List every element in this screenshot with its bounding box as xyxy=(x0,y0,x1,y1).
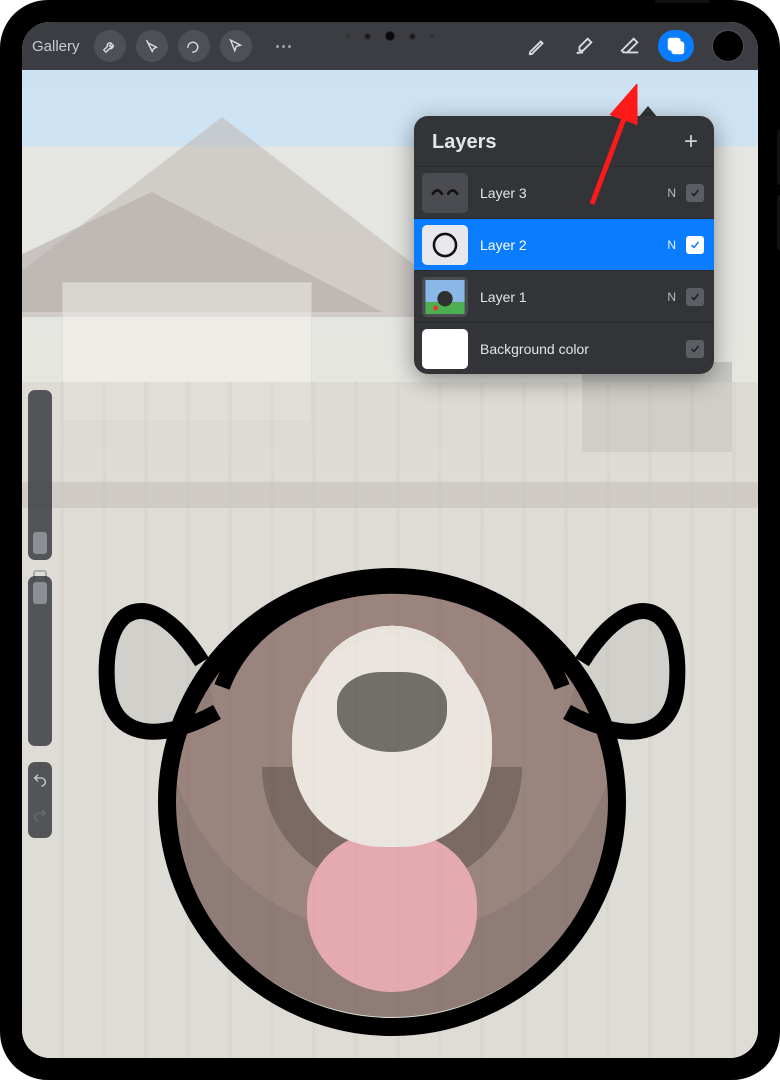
layer-blend-mode[interactable]: N xyxy=(667,290,676,304)
add-layer-button[interactable]: + xyxy=(684,130,698,154)
smudge-icon[interactable] xyxy=(566,30,602,62)
slider-handle[interactable] xyxy=(33,582,47,604)
selection-icon[interactable] xyxy=(178,30,210,62)
slider-handle[interactable] xyxy=(33,532,47,554)
layer-blend-mode[interactable]: N xyxy=(667,186,676,200)
eraser-icon[interactable] xyxy=(612,30,648,62)
screen: Gallery xyxy=(22,22,758,1058)
procreate-app: Gallery xyxy=(22,22,758,1058)
layer-name: Layer 2 xyxy=(480,237,667,253)
undo-redo-group xyxy=(28,762,52,838)
layer-row[interactable]: Layer 3 N xyxy=(414,166,714,218)
layer-thumbnail xyxy=(422,225,468,265)
top-toolbar: Gallery xyxy=(22,22,758,70)
layer-blend-mode[interactable]: N xyxy=(667,238,676,252)
gallery-button[interactable]: Gallery xyxy=(32,38,80,55)
layer-visibility-checkbox[interactable] xyxy=(686,288,704,306)
layer-visibility-checkbox[interactable] xyxy=(686,184,704,202)
layer-name: Layer 1 xyxy=(480,289,667,305)
ipad-frame: Gallery xyxy=(0,0,780,1080)
camera-assembly xyxy=(330,32,450,40)
redo-button[interactable] xyxy=(32,807,48,828)
layer-thumbnail xyxy=(422,329,468,369)
opacity-slider[interactable] xyxy=(28,576,52,746)
layer-thumbnail xyxy=(422,173,468,213)
layer-row[interactable]: Background color xyxy=(414,322,714,374)
cursor-icon[interactable] xyxy=(220,30,252,62)
layer-thumbnail xyxy=(422,277,468,317)
layer-name: Layer 3 xyxy=(480,185,667,201)
brush-size-slider[interactable] xyxy=(28,390,52,560)
more-menu-icon[interactable] xyxy=(270,39,297,54)
undo-button[interactable] xyxy=(32,772,48,793)
layers-panel-title: Layers xyxy=(432,131,497,154)
layers-panel: Layers + Layer 3 N Layer 2 N xyxy=(414,116,714,374)
layer-row[interactable]: Layer 2 N xyxy=(414,218,714,270)
color-icon[interactable] xyxy=(712,30,744,62)
layer-visibility-checkbox[interactable] xyxy=(686,340,704,358)
power-button[interactable] xyxy=(655,0,710,3)
adjustments-icon[interactable] xyxy=(136,30,168,62)
dog-outline-drawing xyxy=(92,512,692,1052)
layers-icon[interactable] xyxy=(658,30,694,62)
layer-row[interactable]: Layer 1 N xyxy=(414,270,714,322)
layer-visibility-checkbox[interactable] xyxy=(686,236,704,254)
layer-name: Background color xyxy=(480,341,676,357)
wrench-icon[interactable] xyxy=(94,30,126,62)
brush-icon[interactable] xyxy=(520,30,556,62)
